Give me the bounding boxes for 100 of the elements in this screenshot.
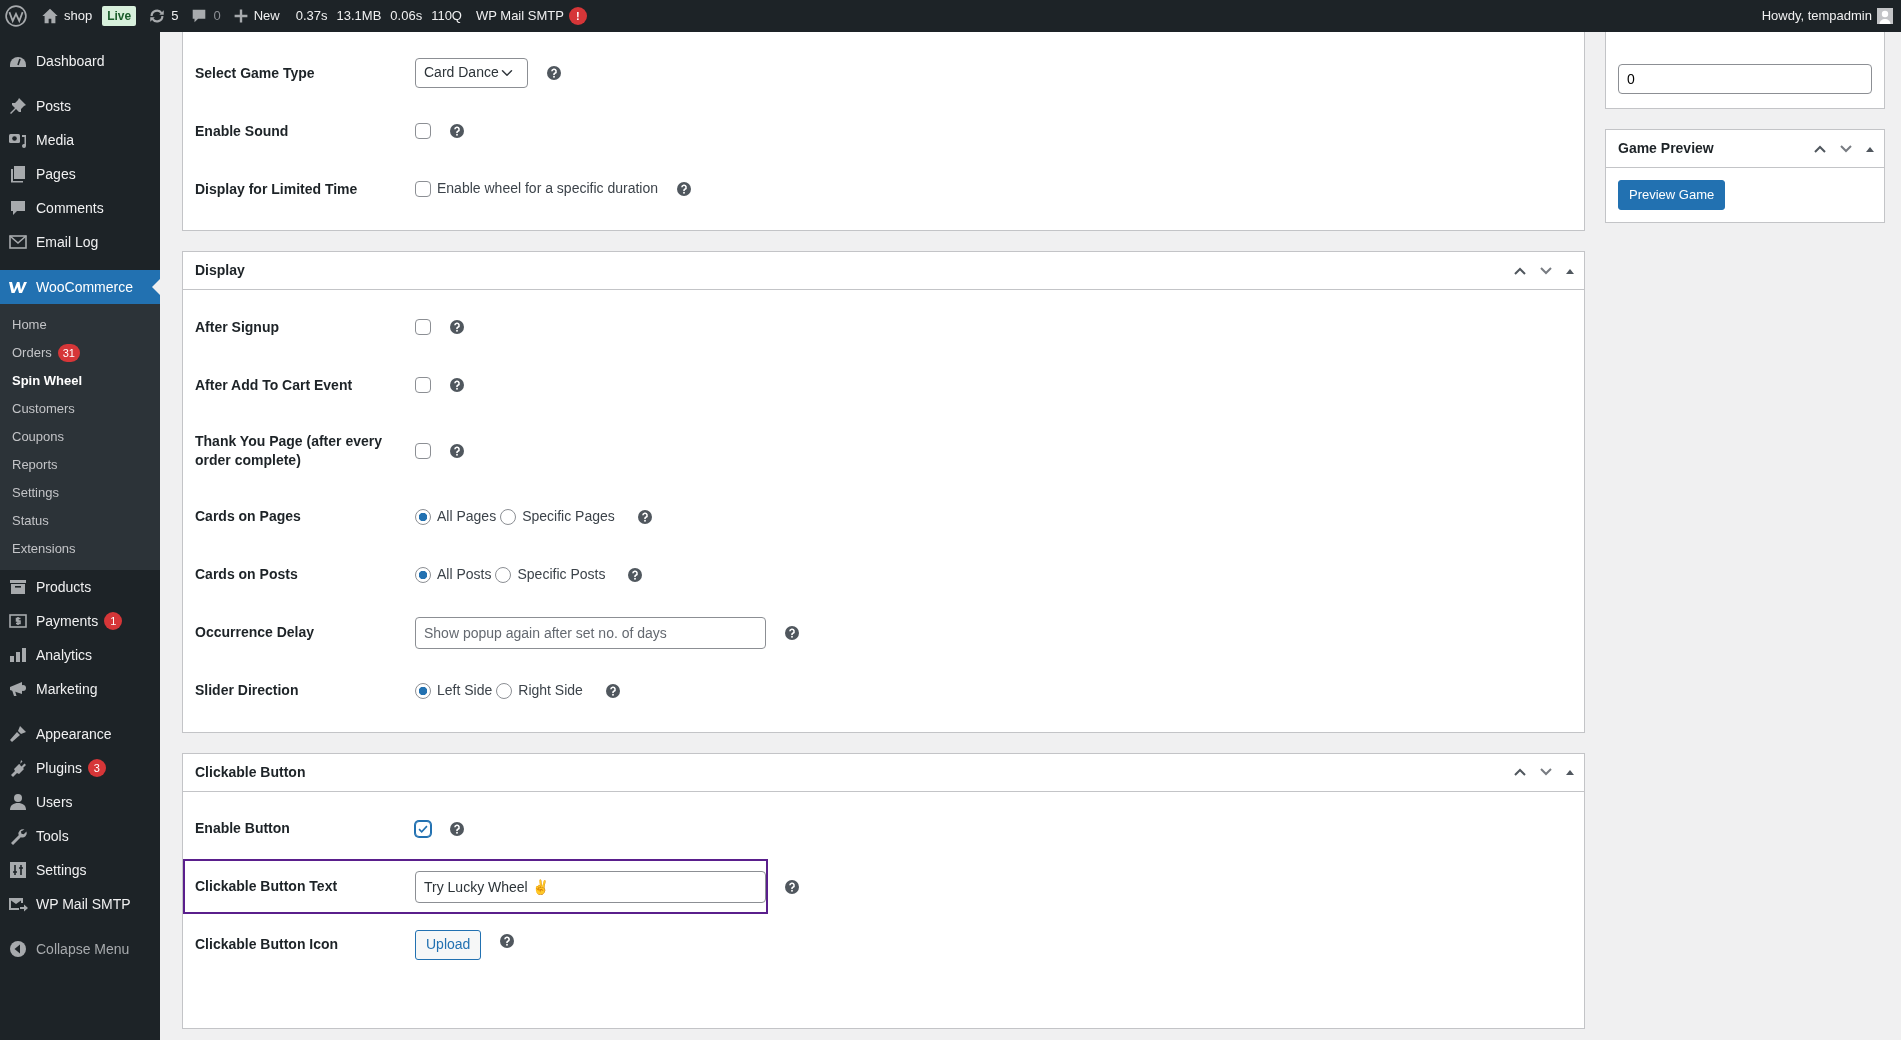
bar-chart-icon [8,645,28,665]
checkbox[interactable] [415,181,431,197]
number-input-field[interactable]: 0 [1618,64,1872,94]
help-icon[interactable] [677,182,692,196]
sidebar-menu-item[interactable]: Users [0,785,160,819]
radio-button[interactable] [496,682,513,699]
radio-label: Left Side [437,681,493,701]
setting-label: Slider Direction [195,681,300,701]
checkbox[interactable] [415,319,431,335]
performance-stat[interactable]: 0.06s [390,6,423,26]
sidebar-menu-item[interactable]: Posts [0,89,160,123]
wrench-icon [8,826,28,846]
setting-label: After Signup [195,317,280,337]
help-icon[interactable] [450,320,464,334]
sidebar-menu-item[interactable]: Email Log [0,225,160,259]
sidebar-menu-item[interactable]: Comments [0,191,160,225]
submenu-item[interactable]: Coupons [0,423,160,451]
submenu-item[interactable]: Orders 31 [0,339,160,367]
radio-label: Specific Pages [522,507,615,527]
setting-label: Select Game Type [195,63,316,83]
radio-button[interactable] [415,682,431,699]
sidebar-menu-item[interactable]: WooCommerce [0,270,160,304]
sidebar-menu-item[interactable]: WP Mail SMTP [0,887,160,921]
site-name-link[interactable]: shop [64,6,93,26]
home-icon[interactable] [41,7,59,25]
archive-box-icon [8,577,28,597]
upload-button[interactable]: Upload [415,929,482,960]
text-input-field[interactable]: Show popup again after set no. of days [415,616,766,649]
help-icon[interactable] [450,124,464,138]
sidebar-menu-item[interactable]: Analytics [0,638,160,672]
help-icon[interactable] [605,683,620,698]
submenu-item[interactable]: Spin Wheel [0,367,160,395]
megaphone-icon [8,679,28,699]
panel-title: Game Preview [1618,139,1715,158]
radio-button[interactable] [415,508,431,525]
sidebar-menu-item[interactable]: Pages [0,157,160,191]
count-badge: 31 [57,344,80,362]
preview-game-button[interactable]: Preview Game [1618,180,1726,210]
setting-label: Enable Button [195,819,291,839]
new-link[interactable]: New [253,6,280,26]
checkbox-caption: Enable wheel for a specific duration [437,179,659,199]
help-icon[interactable] [450,378,464,392]
radio-label: All Pages [437,507,497,527]
sidebar-menu-item[interactable]: Payments 1 [0,604,160,638]
setting-label: Display for Limited Time [195,179,359,199]
pages-icon [8,164,28,184]
sidebar-menu-item[interactable]: Tools [0,819,160,853]
checkbox[interactable] [415,377,431,393]
panel-title: Display [195,261,246,280]
submenu-item[interactable]: Home [0,311,160,339]
checkbox[interactable] [415,442,431,459]
checkbox[interactable] [415,820,431,837]
submenu-item[interactable]: Status [0,507,160,535]
comments-count[interactable]: 0 [213,6,221,26]
sidebar-menu-item[interactable]: Media [0,123,160,157]
sidebar-menu-item[interactable]: Marketing [0,672,160,706]
radio-button[interactable] [495,566,512,583]
performance-stat[interactable]: 110Q [431,6,462,26]
updates-count[interactable]: 5 [171,6,179,26]
smtp-link[interactable]: WP Mail SMTP [476,6,564,26]
performance-stat[interactable]: 13.1MB [336,6,382,26]
submenu-item[interactable]: Reports [0,451,160,479]
plus-icon[interactable] [232,8,249,24]
text-input-field[interactable]: Try Lucky Wheel ✌ [415,870,766,903]
setting-label: Thank You Page (after every order complete) [195,432,383,470]
radio-button[interactable] [415,566,431,583]
setting-label: After Add To Cart Event [195,375,354,395]
help-icon[interactable] [785,625,799,640]
help-icon[interactable] [628,567,643,582]
help-icon[interactable] [547,66,561,80]
pin-icon [8,96,28,116]
radio-label: All Posts [437,565,492,585]
radio-label: Right Side [518,681,583,701]
setting-label: Clickable Button Text [195,877,339,897]
help-icon[interactable] [500,933,515,948]
radio-button[interactable] [500,508,517,525]
submenu-item[interactable]: Extensions [0,535,160,563]
help-icon[interactable] [450,443,464,458]
help-icon[interactable] [637,509,652,524]
help-icon[interactable] [785,879,799,894]
setting-label: Cards on Posts [195,565,299,585]
speech-bubble-icon [8,198,28,218]
submenu-item[interactable]: Customers [0,395,160,423]
checkbox[interactable] [415,123,431,139]
performance-stat[interactable]: 0.37s [295,6,328,26]
envelope-icon [8,232,28,252]
radio-label: Specific Posts [517,565,606,585]
refresh-icon[interactable] [148,7,167,25]
sidebar-menu-item[interactable]: Dashboard [0,44,160,78]
sidebar-menu-item[interactable]: Settings [0,853,160,887]
user-greeting[interactable]: Howdy, tempadmin [1761,6,1872,26]
sidebar-menu-item[interactable]: Products [0,570,160,604]
submenu-item[interactable]: Settings [0,479,160,507]
sidebar-menu-item[interactable]: Plugins 3 [0,751,160,785]
sidebar-menu-item[interactable]: Appearance [0,717,160,751]
help-icon[interactable] [450,821,464,836]
collapse-menu-button[interactable]: Collapse Menu [0,932,160,966]
paintbrush-icon [8,724,28,744]
game-type-select[interactable]: Card Dance [415,58,528,88]
wordpress-logo-icon[interactable] [5,5,27,27]
